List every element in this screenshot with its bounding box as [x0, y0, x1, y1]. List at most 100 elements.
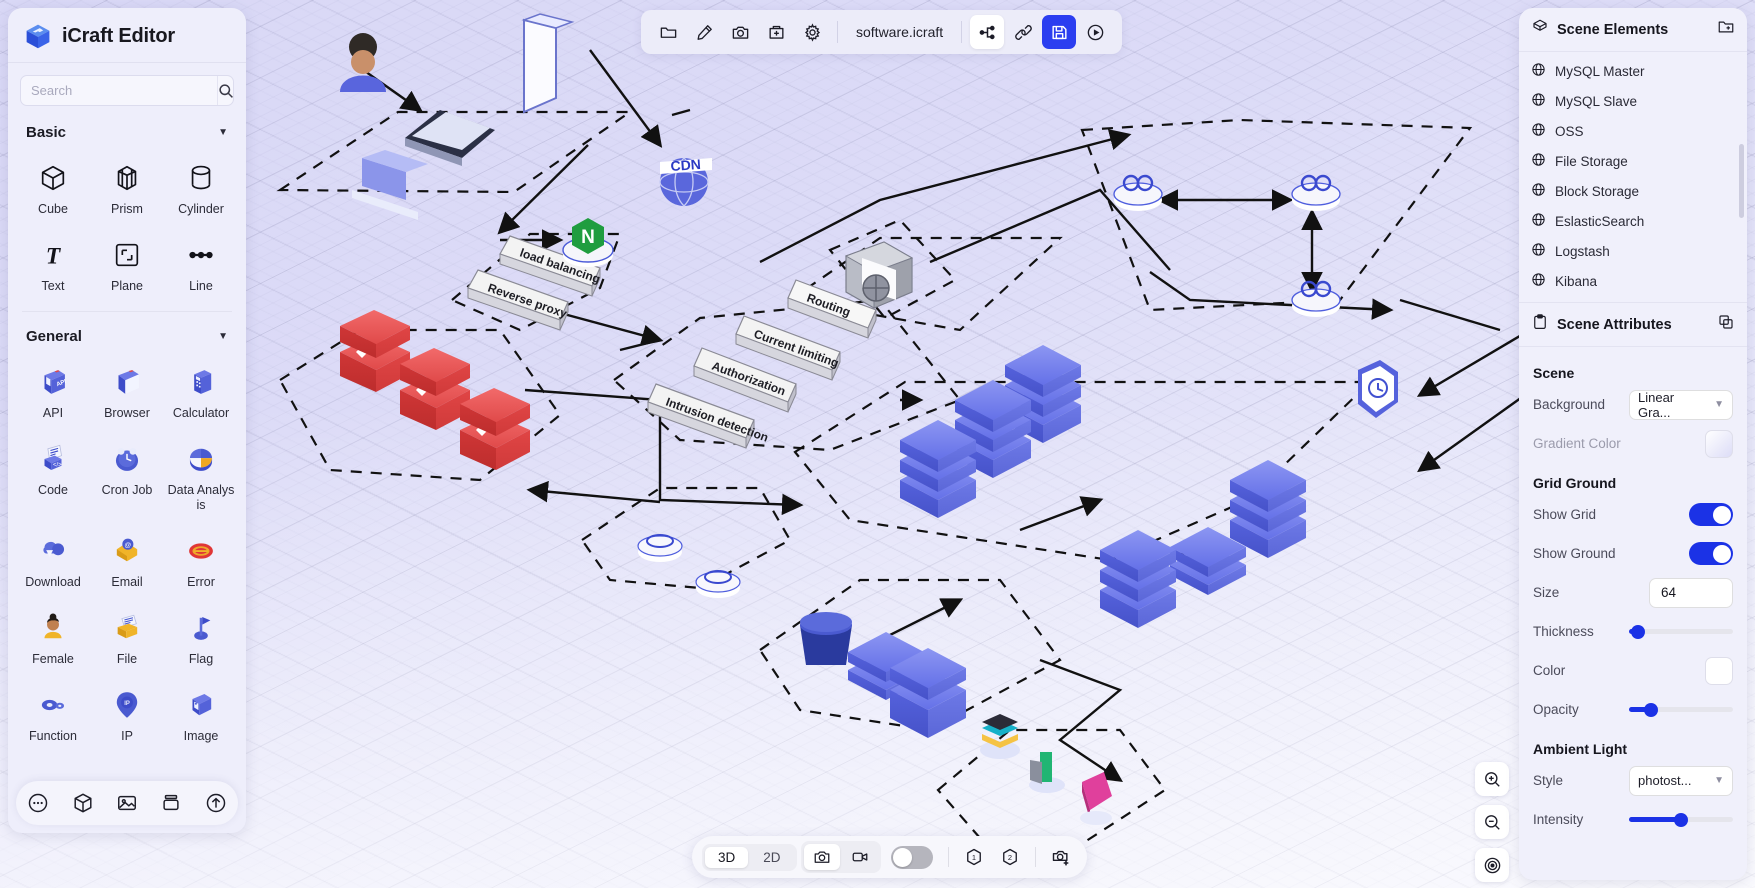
architecture-objects: load balancing Reverse proxy Routing Cur… [340, 13, 1398, 825]
scene-element-item[interactable]: Logstash [1519, 236, 1747, 266]
upload-icon[interactable] [199, 786, 233, 820]
cylinder-icon [186, 159, 216, 197]
scene-element-item[interactable]: EslasticSearch [1519, 206, 1747, 236]
chevron-down-icon[interactable]: ▼ [218, 127, 228, 138]
tool-file[interactable]: File [90, 601, 164, 676]
es-node-1 [1113, 174, 1163, 211]
tool-image[interactable]: Image [164, 678, 238, 753]
package-icon[interactable] [66, 786, 100, 820]
tool-prism[interactable]: Prism [90, 151, 164, 226]
copy-icon[interactable] [1717, 313, 1735, 336]
scene-element-label: Block Storage [1555, 183, 1640, 199]
section-header-general[interactable]: General ▼ [8, 314, 246, 353]
tool-plane[interactable]: Plane [90, 228, 164, 303]
view-mode-2d[interactable]: 2D [750, 847, 793, 868]
toggle-knob [1712, 544, 1731, 563]
intensity-slider[interactable] [1629, 812, 1733, 827]
library-footer-toolbar [16, 781, 238, 825]
tool-label: Plane [111, 279, 143, 293]
search-input[interactable] [21, 76, 217, 105]
library-scroll[interactable]: Basic ▼ Cube Prism Cylinder T Text Plane… [8, 110, 246, 833]
new-folder-icon[interactable] [1717, 18, 1735, 41]
picture-icon[interactable] [110, 786, 144, 820]
more-dots-icon[interactable] [21, 786, 55, 820]
tool-download[interactable]: Download [16, 524, 90, 599]
grid-size-value: 64 [1661, 585, 1677, 600]
camera-icon[interactable] [723, 15, 757, 49]
show-grid-toggle[interactable] [1689, 503, 1733, 526]
zoom-out-icon[interactable] [1475, 805, 1509, 839]
tool-calculator[interactable]: Calculator [164, 355, 238, 430]
svg-text:</>: </> [53, 463, 62, 469]
tool-api[interactable]: API API [16, 355, 90, 430]
scene-element-label: MySQL Master [1555, 63, 1645, 79]
scene-element-item[interactable]: File Storage [1519, 146, 1747, 176]
es-node-2 [1291, 174, 1341, 211]
tool-cylinder[interactable]: Cylinder [164, 151, 238, 226]
hex-one-icon[interactable]: 1 [958, 841, 990, 873]
show-ground-toggle[interactable] [1689, 542, 1733, 565]
video-capture-button[interactable] [842, 844, 878, 870]
view-mode-3d[interactable]: 3D [705, 846, 749, 868]
tool-browser[interactable]: Browser [90, 355, 164, 430]
slider-knob[interactable] [1643, 702, 1658, 717]
ambient-style-select[interactable]: photost... ▼ [1629, 765, 1733, 796]
attr-row-gradient-color: Gradient Color [1533, 424, 1733, 463]
background-select[interactable]: Linear Gra... ▼ [1629, 389, 1733, 420]
opacity-slider[interactable] [1629, 702, 1733, 717]
slider-knob[interactable] [1631, 624, 1646, 639]
pen-icon[interactable] [687, 15, 721, 49]
gear-icon[interactable] [795, 15, 829, 49]
thickness-slider[interactable] [1629, 624, 1733, 639]
link-icon[interactable] [1006, 15, 1040, 49]
download-icon [36, 532, 70, 570]
play-icon[interactable] [1078, 15, 1112, 49]
scene-element-item[interactable]: OSS [1519, 116, 1747, 146]
tool-ip[interactable]: IP IP [90, 678, 164, 753]
attr-label: Size [1533, 585, 1560, 600]
scene-element-item[interactable]: MySQL Slave [1519, 86, 1747, 116]
globe-icon [1531, 272, 1546, 290]
tool-text[interactable]: T Text [16, 228, 90, 303]
tool-data-analysis[interactable]: Data Analysis [164, 432, 238, 522]
sitemap-icon[interactable] [970, 15, 1005, 49]
tool-flag[interactable]: Flag [164, 601, 238, 676]
slider-knob[interactable] [1674, 812, 1688, 827]
tool-function[interactable]: Function [16, 678, 90, 753]
tool-female[interactable]: Female [16, 601, 90, 676]
render-toggle[interactable] [890, 845, 933, 869]
add-camera-icon[interactable] [1045, 841, 1077, 873]
cron-job-icon [110, 440, 144, 478]
recenter-icon[interactable] [1475, 848, 1509, 882]
tool-line[interactable]: Line [164, 228, 238, 303]
grid-size-input[interactable]: 64 [1649, 577, 1733, 608]
save-button[interactable] [1042, 15, 1077, 49]
photo-capture-button[interactable] [803, 844, 840, 870]
section-header-basic[interactable]: Basic ▼ [8, 110, 246, 149]
search-box[interactable] [20, 75, 234, 106]
attr-row-thickness: Thickness [1533, 612, 1733, 651]
layers-icon[interactable] [154, 786, 188, 820]
scene-element-item[interactable]: Kibana [1519, 266, 1747, 296]
add-box-icon[interactable] [759, 15, 793, 49]
tool-cube[interactable]: Cube [16, 151, 90, 226]
scene-attributes-header: Scene Attributes [1519, 302, 1747, 347]
zoom-in-icon[interactable] [1475, 762, 1509, 796]
tool-cron-job[interactable]: Cron Job [90, 432, 164, 522]
folder-icon[interactable] [651, 15, 685, 49]
file-name-label[interactable]: software.icraft [846, 24, 953, 40]
scene-elements-list[interactable]: MySQL Master MySQL Slave OSS File Storag… [1519, 52, 1747, 302]
search-icon[interactable] [217, 76, 233, 105]
line-icon [186, 236, 216, 274]
scene-elements-scrollbar[interactable] [1739, 144, 1744, 218]
grid-color-swatch[interactable] [1705, 656, 1733, 685]
scene-element-item[interactable]: Block Storage [1519, 176, 1747, 206]
scene-element-item[interactable]: MySQL Master [1519, 56, 1747, 86]
scene-canvas[interactable]: load balancing Reverse proxy Routing Cur… [0, 0, 1755, 888]
tool-email[interactable]: @ Email [90, 524, 164, 599]
hex-two-icon[interactable]: 2 [994, 841, 1026, 873]
chevron-down-icon[interactable]: ▼ [218, 331, 228, 342]
tool-error[interactable]: Error [164, 524, 238, 599]
gradient-color-swatch[interactable] [1705, 429, 1733, 458]
tool-code[interactable]: </> Code [16, 432, 90, 522]
